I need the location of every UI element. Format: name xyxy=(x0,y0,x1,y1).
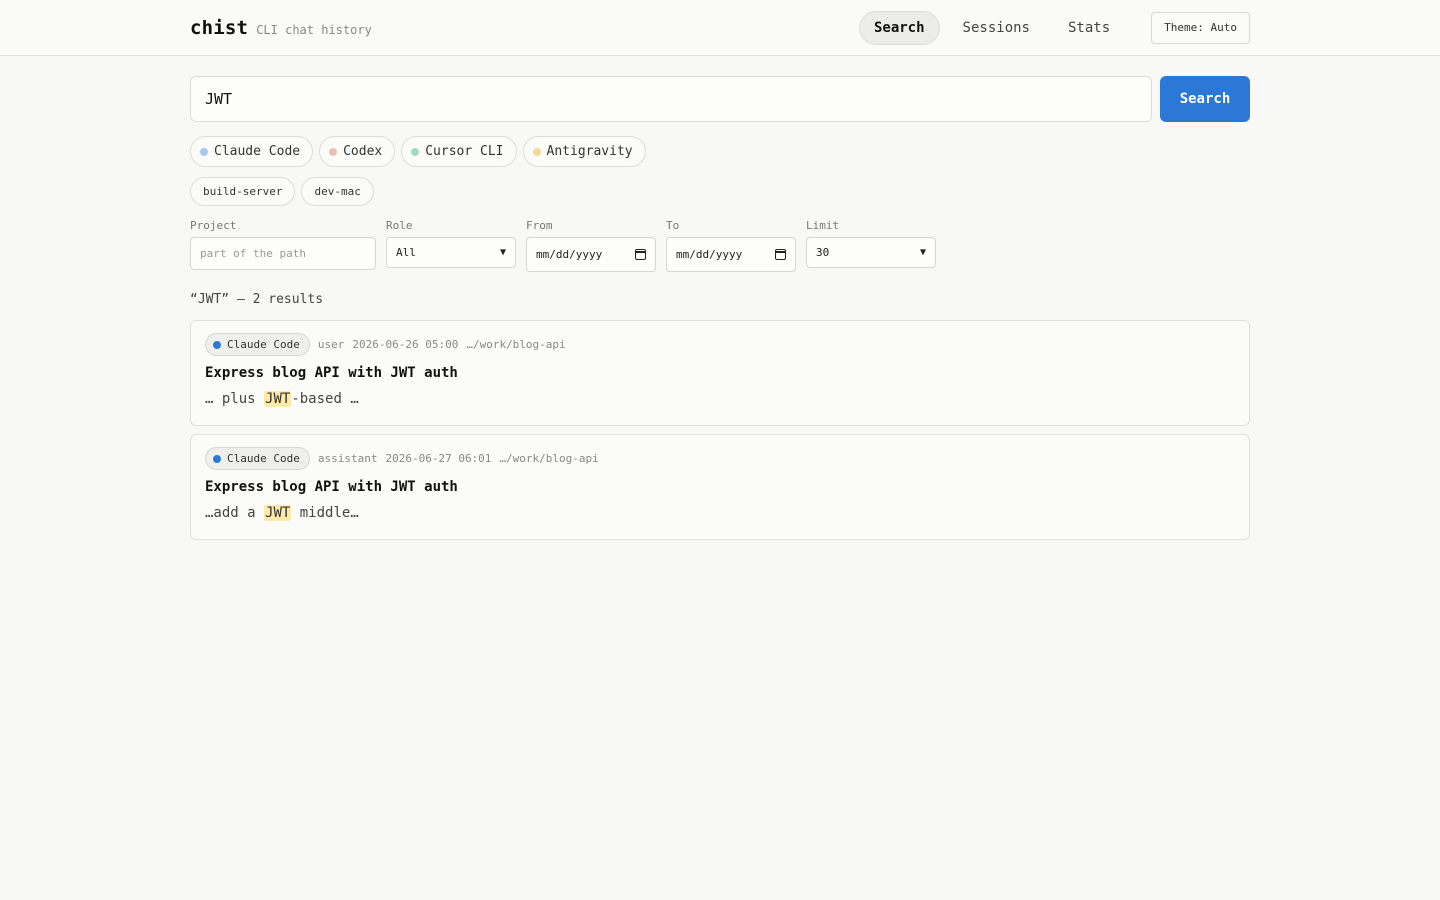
host-chip-dev-mac[interactable]: dev-mac xyxy=(301,177,374,206)
result-snippet: …add a JWT middle… xyxy=(205,505,1235,521)
search-button[interactable]: Search xyxy=(1160,76,1250,122)
app-name: chist xyxy=(190,16,249,39)
limit-filter: Limit 30 ▼ xyxy=(806,219,936,272)
source-color-dot xyxy=(329,147,338,156)
result-card[interactable]: Claude Code user 2026-06-26 05:00 …/work… xyxy=(190,320,1250,426)
main-content: Search Claude Code Codex Cursor CLI Anti… xyxy=(190,76,1250,540)
source-chip-label: Antigravity xyxy=(546,144,633,159)
filter-row: Project part of the path Role All ▼ From… xyxy=(190,219,1250,272)
role-label: Role xyxy=(386,219,413,232)
calendar-icon[interactable] xyxy=(635,249,646,260)
source-color-dot xyxy=(411,147,420,156)
results-list: Claude Code user 2026-06-26 05:00 …/work… xyxy=(190,320,1250,540)
from-date-input[interactable]: mm/dd/yyyy xyxy=(526,237,656,272)
limit-label: Limit xyxy=(806,219,840,232)
limit-value: 30 xyxy=(816,246,830,259)
source-color-dot xyxy=(200,147,208,156)
from-date-value: mm/dd/yyyy xyxy=(536,248,603,261)
snippet-match: JWT xyxy=(264,505,292,521)
source-color-dot xyxy=(532,147,541,156)
host-chip-build-server[interactable]: build-server xyxy=(190,177,296,206)
snippet-before: …add a xyxy=(205,505,265,521)
snippet-after: -based … xyxy=(291,391,359,407)
project-placeholder: part of the path xyxy=(200,247,306,260)
source-chip-label: Claude Code xyxy=(214,144,301,159)
tool-name: Claude Code xyxy=(227,338,300,351)
result-path: …/work/blog-api xyxy=(466,338,566,351)
to-date-value: mm/dd/yyyy xyxy=(676,248,743,261)
project-input[interactable]: part of the path xyxy=(190,237,376,270)
top-bar: chist CLI chat history Search Sessions S… xyxy=(0,0,1440,56)
result-role: assistant xyxy=(317,452,378,465)
chevron-down-icon: ▼ xyxy=(499,247,506,258)
role-value: All xyxy=(396,246,416,259)
role-select[interactable]: All ▼ xyxy=(386,237,516,268)
chevron-down-icon: ▼ xyxy=(919,247,926,258)
limit-select[interactable]: 30 ▼ xyxy=(806,237,936,268)
search-row: Search xyxy=(190,76,1250,122)
result-meta: Claude Code assistant 2026-06-27 06:01 …… xyxy=(205,447,1235,470)
source-chip-antigravity[interactable]: Antigravity xyxy=(522,136,646,167)
source-chip-cursor-cli[interactable]: Cursor CLI xyxy=(401,136,517,167)
to-label: To xyxy=(666,219,680,232)
result-title: Express blog API with JWT auth xyxy=(205,479,458,495)
result-snippet: … plus JWT-based … xyxy=(205,391,1235,407)
tool-name: Claude Code xyxy=(227,452,300,465)
to-date-input[interactable]: mm/dd/yyyy xyxy=(666,237,796,272)
project-label: Project xyxy=(190,219,237,232)
brand[interactable]: chist CLI chat history xyxy=(190,17,372,39)
result-summary: “JWT” — 2 results xyxy=(190,292,324,307)
result-role: user xyxy=(317,338,345,351)
source-chip-codex[interactable]: Codex xyxy=(319,136,396,167)
from-label: From xyxy=(526,219,553,232)
tool-color-dot xyxy=(213,340,221,349)
host-filter-chips: build-server dev-mac xyxy=(190,177,1250,206)
tool-badge: Claude Code xyxy=(205,447,310,470)
result-timestamp: 2026-06-26 05:00 xyxy=(352,338,459,351)
result-title: Express blog API with JWT auth xyxy=(205,365,458,381)
app-subtitle: CLI chat history xyxy=(256,22,372,37)
nav-sessions[interactable]: Sessions xyxy=(948,11,1045,45)
snippet-before: … plus xyxy=(205,391,265,407)
source-chip-label: Cursor CLI xyxy=(425,144,504,159)
source-chip-label: Codex xyxy=(343,144,383,159)
result-timestamp: 2026-06-27 06:01 xyxy=(385,452,492,465)
result-path: …/work/blog-api xyxy=(499,452,599,465)
to-filter: To mm/dd/yyyy xyxy=(666,219,796,272)
nav-stats[interactable]: Stats xyxy=(1053,11,1125,45)
result-meta: Claude Code user 2026-06-26 05:00 …/work… xyxy=(205,333,1235,356)
snippet-match: JWT xyxy=(264,391,292,407)
tool-color-dot xyxy=(213,454,221,463)
project-filter: Project part of the path xyxy=(190,219,376,272)
result-card[interactable]: Claude Code assistant 2026-06-27 06:01 …… xyxy=(190,434,1250,540)
source-filter-chips: Claude Code Codex Cursor CLI Antigravity xyxy=(190,136,1250,167)
calendar-icon[interactable] xyxy=(775,249,786,260)
snippet-after: middle… xyxy=(291,505,359,521)
nav-search[interactable]: Search xyxy=(858,10,940,45)
tool-badge: Claude Code xyxy=(205,333,310,356)
search-input[interactable] xyxy=(190,76,1152,122)
theme-toggle-button[interactable]: Theme: Auto xyxy=(1151,11,1250,44)
source-chip-claude-code[interactable]: Claude Code xyxy=(190,136,314,167)
from-filter: From mm/dd/yyyy xyxy=(526,219,656,272)
main-nav: Search Sessions Stats Theme: Auto xyxy=(858,10,1250,45)
role-filter: Role All ▼ xyxy=(386,219,516,272)
